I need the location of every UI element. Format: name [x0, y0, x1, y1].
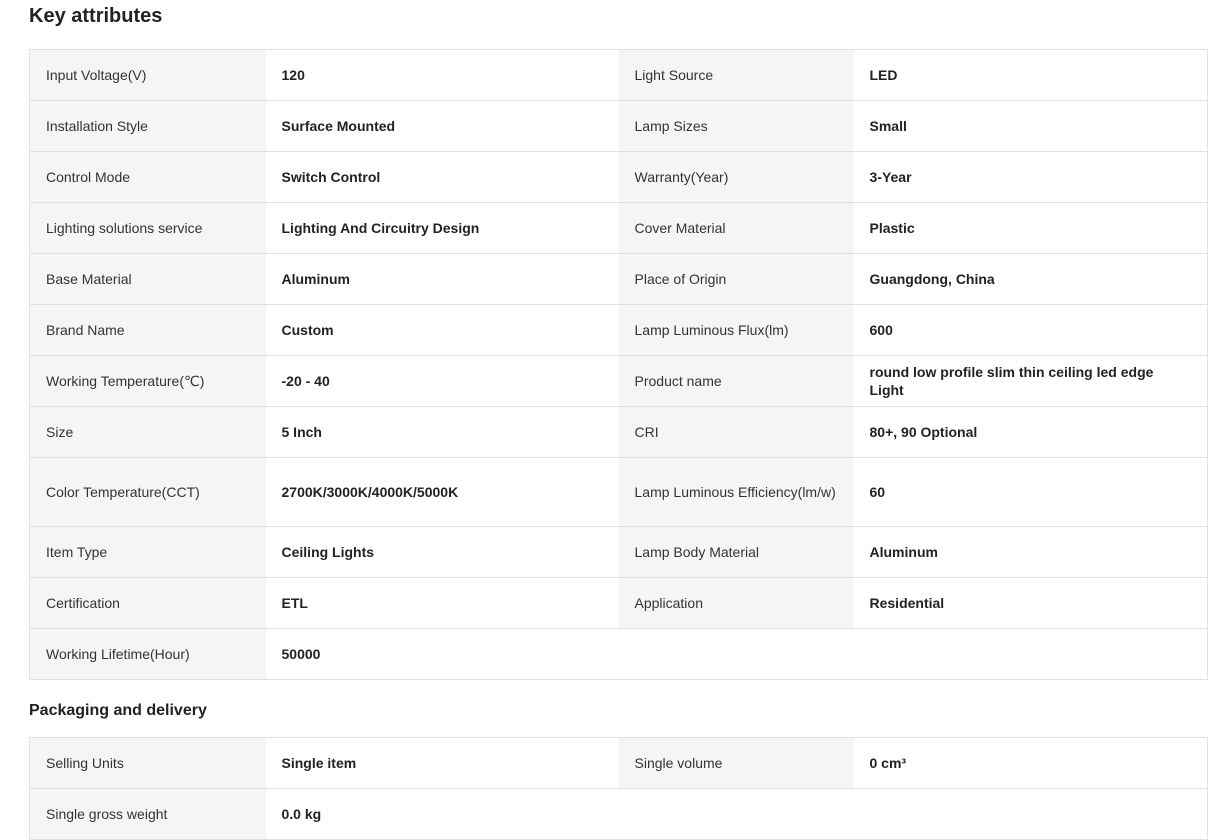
attribute-value: Small — [853, 100, 1208, 152]
table-row: Input Voltage(V) 120 Light Source LED — [29, 49, 1208, 101]
attribute-label: Single volume — [618, 737, 854, 789]
attribute-label: Control Mode — [29, 151, 266, 203]
attribute-label: Selling Units — [29, 737, 266, 789]
table-row: Certification ETL Application Residentia… — [29, 577, 1208, 629]
table-row: Item Type Ceiling Lights Lamp Body Mater… — [29, 526, 1208, 578]
attribute-label: Single gross weight — [29, 788, 266, 840]
empty-cell — [853, 788, 1208, 840]
attribute-label: Lighting solutions service — [29, 202, 266, 254]
attribute-label: Working Lifetime(Hour) — [29, 628, 266, 680]
attribute-value: round low profile slim thin ceiling led … — [853, 355, 1208, 407]
attribute-label: Base Material — [29, 253, 266, 305]
attribute-label: Product name — [618, 355, 854, 407]
attribute-label: Warranty(Year) — [618, 151, 854, 203]
attribute-value: Surface Mounted — [265, 100, 619, 152]
attribute-label: Place of Origin — [618, 253, 854, 305]
table-row: Selling Units Single item Single volume … — [29, 737, 1208, 789]
attribute-label: Input Voltage(V) — [29, 49, 266, 101]
attribute-value: Ceiling Lights — [265, 526, 619, 578]
empty-cell — [618, 628, 854, 680]
attribute-value: Single item — [265, 737, 619, 789]
attribute-label: Certification — [29, 577, 266, 629]
table-row: Lighting solutions service Lighting And … — [29, 202, 1208, 254]
table-row: Base Material Aluminum Place of Origin G… — [29, 253, 1208, 305]
attribute-value: 3-Year — [853, 151, 1208, 203]
packaging-title: Packaging and delivery — [29, 702, 207, 719]
empty-cell — [618, 788, 854, 840]
table-row: Control Mode Switch Control Warranty(Yea… — [29, 151, 1208, 203]
attribute-value: 60 — [853, 457, 1208, 527]
attribute-value: Switch Control — [265, 151, 619, 203]
attribute-label: Working Temperature(℃) — [29, 355, 266, 407]
attribute-value: 0 cm³ — [853, 737, 1208, 789]
attribute-label: Cover Material — [618, 202, 854, 254]
table-row: Brand Name Custom Lamp Luminous Flux(lm)… — [29, 304, 1208, 356]
empty-cell — [853, 628, 1208, 680]
attribute-label: Size — [29, 406, 266, 458]
attribute-label: Light Source — [618, 49, 854, 101]
attribute-label: Lamp Luminous Efficiency(lm/w) — [618, 457, 854, 527]
attribute-value: 0.0 kg — [265, 788, 619, 840]
attribute-value: 80+, 90 Optional — [853, 406, 1208, 458]
attribute-label: Installation Style — [29, 100, 266, 152]
attribute-value: 120 — [265, 49, 619, 101]
attribute-value: Aluminum — [853, 526, 1208, 578]
attribute-value: Residential — [853, 577, 1208, 629]
attribute-value: 2700K/3000K/4000K/5000K — [265, 457, 619, 527]
attribute-label: Brand Name — [29, 304, 266, 356]
attribute-label: Item Type — [29, 526, 266, 578]
attribute-value: Aluminum — [265, 253, 619, 305]
attribute-label: Lamp Sizes — [618, 100, 854, 152]
attribute-value: 5 Inch — [265, 406, 619, 458]
table-row: Single gross weight 0.0 kg — [29, 788, 1208, 840]
attribute-value: Lighting And Circuitry Design — [265, 202, 619, 254]
packaging-table: Selling Units Single item Single volume … — [29, 737, 1208, 840]
attribute-label: Color Temperature(CCT) — [29, 457, 266, 527]
attribute-value: -20 - 40 — [265, 355, 619, 407]
table-row: Color Temperature(CCT) 2700K/3000K/4000K… — [29, 457, 1208, 527]
attribute-value: Guangdong, China — [853, 253, 1208, 305]
attribute-label: CRI — [618, 406, 854, 458]
attribute-value: 50000 — [265, 628, 619, 680]
table-row: Working Lifetime(Hour) 50000 — [29, 628, 1208, 680]
attribute-value: LED — [853, 49, 1208, 101]
attribute-label: Lamp Body Material — [618, 526, 854, 578]
attribute-value: Plastic — [853, 202, 1208, 254]
key-attributes-title: Key attributes — [29, 5, 163, 27]
attribute-value: 600 — [853, 304, 1208, 356]
table-row: Working Temperature(℃) -20 - 40 Product … — [29, 355, 1208, 407]
key-attributes-table: Input Voltage(V) 120 Light Source LED In… — [29, 49, 1208, 680]
attribute-label: Lamp Luminous Flux(lm) — [618, 304, 854, 356]
table-row: Size 5 Inch CRI 80+, 90 Optional — [29, 406, 1208, 458]
attributes-panel: Key attributes Input Voltage(V) 120 Ligh… — [29, 0, 1208, 840]
attribute-value: ETL — [265, 577, 619, 629]
table-row: Installation Style Surface Mounted Lamp … — [29, 100, 1208, 152]
attribute-label: Application — [618, 577, 854, 629]
attribute-value: Custom — [265, 304, 619, 356]
